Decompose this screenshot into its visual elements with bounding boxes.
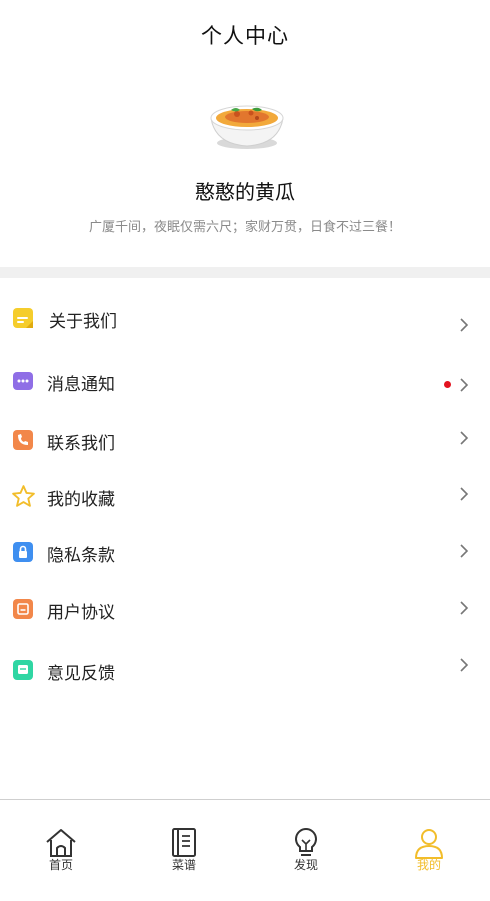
note-icon (13, 308, 33, 328)
tab-discover[interactable]: 发现 (245, 800, 367, 901)
home-icon (46, 829, 76, 857)
phone-icon (13, 430, 33, 450)
chevron-right-icon (460, 378, 469, 392)
chevron-right-icon (460, 658, 469, 672)
menu-item-feedback[interactable]: 意见反馈 (0, 644, 490, 696)
notification-badge (444, 381, 451, 388)
lock-icon (13, 542, 33, 562)
user-icon (415, 829, 443, 859)
menu-item-label: 关于我们 (49, 312, 117, 332)
profile-motto: 广厦千间，夜眠仅需六尺；家财万贯，日食不过三餐！ (88, 220, 401, 235)
menu-item-contact-us[interactable]: 联系我们 (0, 414, 490, 466)
noodle-bowl-icon[interactable] (207, 96, 287, 152)
tab-label: 发现 (293, 858, 318, 872)
message-icon (13, 372, 33, 390)
menu-item-label: 意见反馈 (47, 664, 115, 684)
tab-home[interactable]: 首页 (0, 800, 122, 901)
menu-item-label: 联系我们 (47, 434, 115, 454)
tab-label: 首页 (48, 858, 73, 872)
recipe-book-icon (172, 828, 196, 857)
menu-item-label: 用户协议 (47, 603, 115, 623)
menu-item-label: 隐私条款 (47, 546, 115, 566)
feedback-icon (13, 660, 33, 680)
menu-item-label: 消息通知 (47, 375, 115, 395)
tab-label: 我的 (416, 858, 441, 872)
menu-item-user-agreement[interactable]: 用户协议 (0, 583, 490, 635)
section-divider (0, 267, 490, 278)
chevron-right-icon (460, 601, 469, 615)
document-icon (13, 599, 33, 619)
menu-item-privacy-policy[interactable]: 隐私条款 (0, 526, 490, 578)
tab-label: 菜谱 (171, 858, 196, 872)
chevron-right-icon (460, 431, 469, 445)
chevron-right-icon (460, 318, 469, 332)
menu-item-notifications[interactable]: 消息通知 (0, 355, 490, 407)
bottom-tab-bar: 首页 菜谱 发现 我的 (0, 799, 490, 901)
menu-item-about-us[interactable]: 关于我们 (0, 293, 490, 345)
tab-mine[interactable]: 我的 (368, 800, 490, 901)
chevron-right-icon (460, 544, 469, 558)
star-icon (12, 485, 35, 507)
lightbulb-icon (295, 827, 317, 856)
menu-item-label: 我的收藏 (47, 490, 115, 510)
username: 憨憨的黄瓜 (195, 180, 295, 204)
tab-recipes[interactable]: 菜谱 (123, 800, 245, 901)
chevron-right-icon (460, 487, 469, 501)
page-title: 个人中心 (201, 24, 289, 48)
menu-item-favorites[interactable]: 我的收藏 (0, 470, 490, 522)
